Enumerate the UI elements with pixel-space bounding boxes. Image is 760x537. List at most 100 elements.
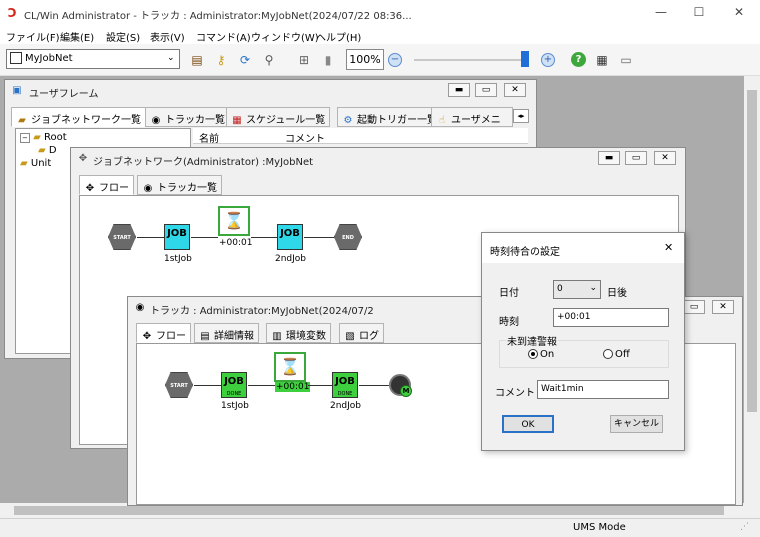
- wait-settings-dialog: 時刻待合の設定 ✕ 日付 0 ⌄ 日後 時刻 +00:01 未到達警報 On Of…: [481, 232, 685, 451]
- menu-bar: ファイル(F) 編集(E) 設定(S) 表示(V) コマンド(A) ウィンドウ(…: [0, 26, 760, 44]
- vertical-scroll-thumb[interactable]: [747, 90, 757, 412]
- user-frame-minimize-button[interactable]: ▬: [448, 83, 470, 97]
- job-glyph: JOB: [224, 376, 244, 387]
- help-icon[interactable]: ?: [571, 52, 586, 67]
- column-name[interactable]: 名前: [199, 130, 219, 145]
- jobnet-icon: [10, 52, 22, 64]
- tab-details[interactable]: ▤ 詳細情報: [194, 323, 259, 343]
- tab-schedule-list[interactable]: ▦ スケジュール一覧: [226, 107, 331, 127]
- start-node[interactable]: START: [165, 372, 193, 398]
- column-comment[interactable]: コメント: [285, 130, 325, 145]
- resize-grip-icon[interactable]: ⋰: [740, 522, 749, 532]
- date-select[interactable]: 0 ⌄: [553, 280, 601, 299]
- job-label-1: 1stJob: [164, 254, 192, 264]
- tracker-maximize-button[interactable]: ▭: [683, 300, 705, 314]
- comment-input[interactable]: Wait1min: [537, 380, 669, 399]
- end-done-node[interactable]: M: [389, 374, 412, 397]
- user-frame-maximize-button[interactable]: ▭: [475, 83, 497, 97]
- tab-label: 詳細情報: [214, 331, 254, 342]
- alarm-on-label: On: [540, 349, 555, 360]
- zoom-level: 100%: [346, 49, 384, 70]
- zoom-out-icon[interactable]: −: [388, 53, 402, 67]
- wait-label: +00:01: [275, 382, 311, 392]
- tree-item-unit[interactable]: ▰ Unit: [20, 158, 51, 169]
- calendar-icon[interactable]: ▦: [593, 51, 611, 69]
- menu-command[interactable]: コマンド(A): [196, 29, 251, 44]
- tree-item-root[interactable]: − ▰ Root: [20, 132, 67, 143]
- fit-icon[interactable]: ⊞: [295, 51, 313, 69]
- page-icon[interactable]: ▮: [319, 51, 337, 69]
- tab-jobnet-list[interactable]: ▰ ジョブネットワーク一覧: [11, 107, 146, 127]
- tab-label: ログ: [359, 331, 379, 342]
- tab-flow[interactable]: ✥ フロー: [136, 323, 191, 343]
- save-icon[interactable]: ▭: [617, 51, 635, 69]
- tab-scroll-arrows[interactable]: ◂▸: [513, 109, 529, 123]
- job-glyph: JOB: [167, 228, 187, 239]
- status-bar: UMS Mode ⋰: [0, 518, 760, 537]
- refresh-icon[interactable]: ⟳: [236, 51, 254, 69]
- jobnet-maximize-button[interactable]: ▭: [625, 151, 647, 165]
- tab-env-vars[interactable]: ▥ 環境変数: [266, 323, 331, 343]
- alarm-on-radio[interactable]: On: [528, 349, 554, 360]
- minimize-button[interactable]: —: [650, 5, 672, 21]
- horizontal-scroll-thumb[interactable]: [14, 506, 724, 515]
- job-node-2[interactable]: JOB DONE: [332, 372, 358, 398]
- job-node-1[interactable]: JOB DONE: [221, 372, 247, 398]
- connector: [248, 385, 275, 386]
- job-node-1[interactable]: JOB: [164, 224, 190, 250]
- tab-label: ジョブネットワーク一覧: [31, 115, 141, 126]
- zoom-slider-thumb[interactable]: [521, 51, 529, 67]
- menu-edit[interactable]: 編集(E): [60, 29, 94, 44]
- end-node[interactable]: END: [334, 224, 362, 250]
- tab-tracker-list[interactable]: ◉ トラッカ一覧: [137, 175, 222, 195]
- job-label-2: 2ndJob: [330, 401, 362, 411]
- dialog-close-button[interactable]: ✕: [664, 241, 673, 254]
- wait-node[interactable]: ⌛: [218, 206, 250, 236]
- start-node[interactable]: START: [108, 224, 136, 250]
- tracker-close-button[interactable]: ✕: [712, 300, 734, 314]
- alarm-off-radio[interactable]: Off: [603, 349, 630, 360]
- zoom-slider-track[interactable]: [414, 59, 524, 61]
- jobnet-minimize-button[interactable]: ▬: [598, 151, 620, 165]
- wait-node[interactable]: ⌛: [274, 352, 306, 382]
- job-label-2: 2ndJob: [275, 254, 307, 264]
- time-input[interactable]: +00:01: [553, 308, 669, 327]
- tab-label: 環境変数: [286, 331, 326, 342]
- user-frame-caption: ▣ ユーザフレーム ▬ ▭ ✕: [5, 80, 536, 102]
- radio-unselected-icon: [603, 349, 613, 359]
- tab-label: フロー: [99, 183, 129, 194]
- cancel-button[interactable]: キャンセル: [610, 415, 663, 433]
- tracker-icon: ◉: [151, 115, 161, 126]
- tab-log[interactable]: ▧ ログ: [339, 323, 384, 343]
- maximize-button[interactable]: ☐: [688, 5, 710, 21]
- menu-view[interactable]: 表示(V): [150, 29, 185, 44]
- search-icon[interactable]: ⚲: [260, 51, 278, 69]
- job-node-2[interactable]: JOB: [277, 224, 303, 250]
- jobnet-close-button[interactable]: ✕: [654, 151, 676, 165]
- key-icon[interactable]: ⚷: [212, 51, 230, 69]
- user-frame-close-button[interactable]: ✕: [504, 83, 526, 97]
- tab-trigger-list[interactable]: ⚙ 起動トリガー一覧: [337, 107, 442, 127]
- menu-help[interactable]: ヘルプ(H): [316, 29, 361, 44]
- zoom-in-icon[interactable]: +: [541, 53, 555, 67]
- vertical-scrollbar[interactable]: [744, 76, 760, 503]
- hourglass-icon: ⌛: [280, 357, 300, 376]
- menu-window[interactable]: ウィンドウ(W): [251, 29, 319, 44]
- menu-file[interactable]: ファイル(F): [6, 29, 60, 44]
- tree-item-child[interactable]: ▰ D: [38, 145, 57, 156]
- hourglass-icon: ⌛: [224, 211, 244, 230]
- open-jobnet-icon[interactable]: ▤: [188, 51, 206, 69]
- jobnet-select[interactable]: MyJobNet ⌄: [6, 49, 180, 69]
- tab-tracker-list[interactable]: ◉ トラッカ一覧: [145, 107, 230, 127]
- connector: [191, 237, 218, 238]
- flow-icon: ✥: [85, 183, 95, 194]
- tab-user-menu[interactable]: ☝ ユーザメニ: [431, 107, 513, 127]
- connector: [194, 385, 221, 386]
- schedule-icon: ▦: [232, 115, 242, 126]
- tab-flow[interactable]: ✥ フロー: [79, 175, 134, 195]
- app-logo-icon: Ͻ: [8, 6, 17, 20]
- close-button[interactable]: ✕: [728, 5, 750, 21]
- details-icon: ▤: [200, 331, 210, 342]
- ok-button[interactable]: OK: [502, 415, 554, 433]
- menu-settings[interactable]: 設定(S): [106, 29, 140, 44]
